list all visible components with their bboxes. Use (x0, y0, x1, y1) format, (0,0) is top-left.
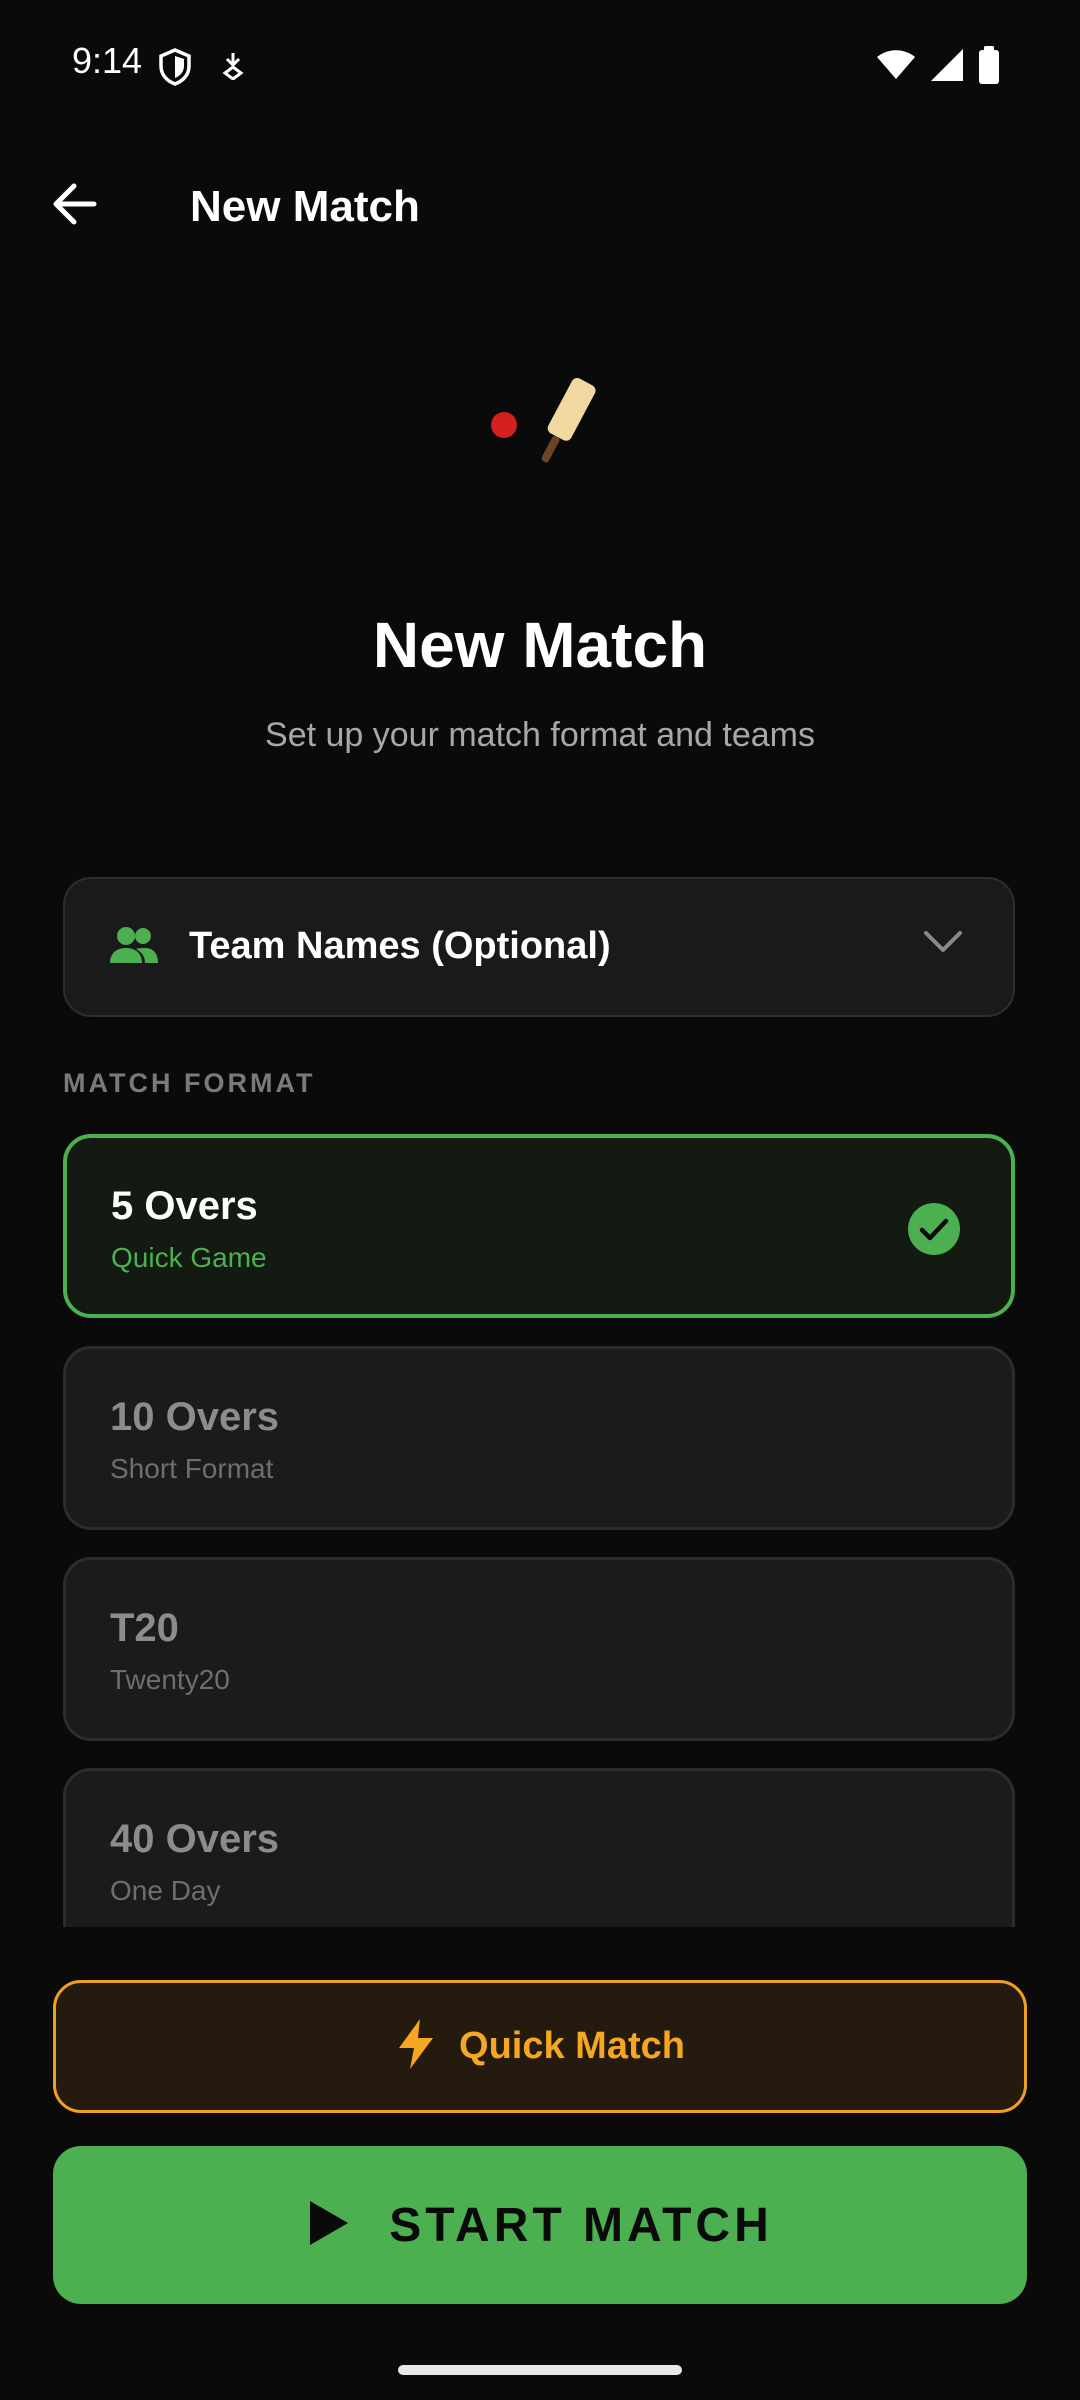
start-match-label: START MATCH (389, 2198, 773, 2252)
status-bar: 9:14 (0, 0, 1080, 130)
match-format-label: MATCH FORMAT (63, 1068, 316, 1098)
status-icons (876, 46, 1000, 89)
format-list[interactable]: 5 Overs Quick Game 10 Overs Short Format… (0, 1130, 1080, 1927)
app-bar: New Match (0, 160, 1080, 252)
arrow-left-icon (50, 182, 98, 231)
play-icon (307, 2199, 351, 2252)
download-notification-icon (220, 50, 246, 85)
format-title: T20 (110, 1606, 179, 1650)
start-match-button[interactable]: START MATCH (53, 2146, 1027, 2304)
back-button[interactable] (36, 174, 112, 238)
wifi-icon (876, 49, 916, 86)
home-indicator[interactable] (398, 2365, 682, 2375)
format-subtitle: One Day (110, 1875, 221, 1906)
format-option-40-overs[interactable]: 40 Overs One Day (63, 1768, 1015, 1927)
quick-match-label: Quick Match (459, 2025, 685, 2067)
hero-title: New Match (372, 609, 708, 681)
lightning-icon (395, 2018, 437, 2075)
signal-icon (930, 48, 964, 87)
format-subtitle: Twenty20 (110, 1664, 230, 1695)
format-option-10-overs[interactable]: 10 Overs Short Format (63, 1346, 1015, 1530)
hero-subtitle: Set up your match format and teams (265, 716, 815, 754)
format-title: 10 Overs (110, 1395, 280, 1439)
chevron-down-icon (923, 929, 963, 960)
shield-icon (158, 48, 192, 91)
format-subtitle: Quick Game (111, 1242, 267, 1273)
quick-match-button[interactable]: Quick Match (53, 1980, 1027, 2113)
format-title: 40 Overs (110, 1817, 280, 1861)
battery-icon (978, 46, 1000, 89)
status-time: 9:14 (72, 40, 143, 81)
check-circle-icon (907, 1202, 961, 1261)
group-icon (109, 925, 159, 970)
cricket-bat-ball-icon (480, 370, 620, 470)
app-bar-title: New Match (190, 182, 420, 231)
team-names-toggle[interactable]: Team Names (Optional) (63, 877, 1015, 1017)
format-option-5-overs[interactable]: 5 Overs Quick Game (63, 1134, 1015, 1318)
format-subtitle: Short Format (110, 1453, 274, 1484)
format-title: 5 Overs (111, 1184, 258, 1228)
format-option-t20[interactable]: T20 Twenty20 (63, 1557, 1015, 1741)
team-names-label: Team Names (Optional) (189, 925, 611, 967)
